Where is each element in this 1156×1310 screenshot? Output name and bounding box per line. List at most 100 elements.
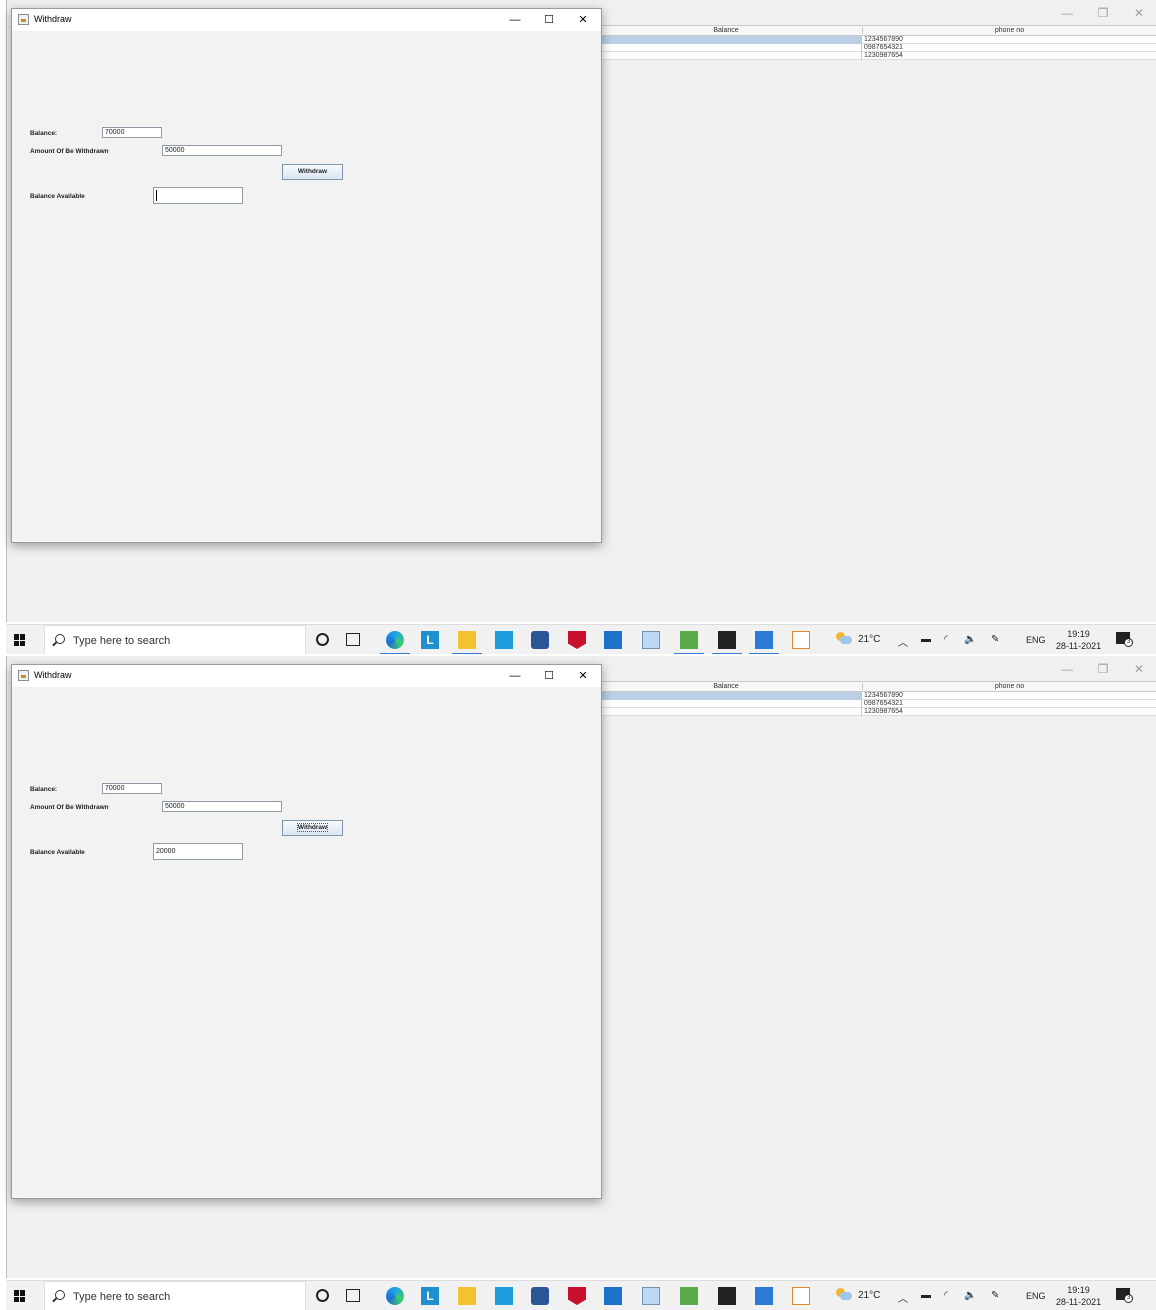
volume-icon[interactable]: 🔈 <box>964 634 976 645</box>
edge-icon[interactable] <box>386 1287 404 1305</box>
taskbar-search-box[interactable]: Type here to search <box>44 625 306 654</box>
phone-cell: 1234567890 <box>864 692 903 699</box>
column-header-balance[interactable]: Balance <box>590 27 862 34</box>
background-restore-button[interactable]: ❐ <box>1096 6 1110 20</box>
available-label: Balance Available <box>30 849 85 856</box>
search-placeholder: Type here to search <box>73 635 171 647</box>
title-bar[interactable]: Withdraw — ☐ ✕ <box>12 665 601 687</box>
paint-icon[interactable] <box>680 1287 698 1305</box>
weather-icon[interactable] <box>836 1288 852 1302</box>
accounts-table[interactable]: Balance phone no 0 1234567890 0 09876543… <box>590 25 1156 60</box>
windows-start-icon[interactable] <box>14 1290 26 1302</box>
maximize-button[interactable]: ☐ <box>539 12 559 28</box>
phone-cell: 1230987654 <box>864 708 903 715</box>
table-row[interactable]: 0 0987654321 <box>590 700 1156 708</box>
terminal-icon[interactable] <box>712 631 742 654</box>
table-row[interactable]: 0 1234567890 <box>590 692 1156 700</box>
search-icon <box>55 634 65 644</box>
withdraw-button[interactable]: Withdraw <box>282 164 343 180</box>
available-field[interactable] <box>153 187 243 204</box>
maximize-button[interactable]: ☐ <box>539 668 559 684</box>
minimize-button[interactable]: — <box>505 12 525 28</box>
title-bar[interactable]: Withdraw — ☐ ✕ <box>12 9 601 31</box>
task-view-icon[interactable] <box>346 633 360 646</box>
balance-cell: 00 <box>590 708 862 716</box>
text-caret <box>156 189 157 201</box>
clock[interactable]: 19:19 28-11-2021 <box>1051 1284 1106 1308</box>
notepad-icon[interactable] <box>642 1287 660 1305</box>
wifi-icon[interactable]: ◜ <box>944 634 948 645</box>
background-window-controls: — ❐ ✕ <box>1060 662 1146 676</box>
terminal-icon[interactable] <box>718 1287 736 1305</box>
store-icon[interactable] <box>531 1287 549 1305</box>
file-explorer-icon[interactable] <box>452 631 482 654</box>
mcafee-icon[interactable] <box>568 631 586 649</box>
language-indicator[interactable]: ENG <box>1026 635 1046 645</box>
close-button[interactable]: ✕ <box>573 12 593 28</box>
notepad-icon[interactable] <box>642 631 660 649</box>
withdraw-button-label: Withdraw <box>297 168 328 175</box>
background-minimize-button[interactable]: — <box>1060 6 1074 20</box>
notification-icon[interactable]: 3 <box>1116 1288 1133 1303</box>
phone-cell: 1230987654 <box>864 52 903 59</box>
table-row[interactable]: 0 1234567890 <box>590 36 1156 44</box>
temperature[interactable]: 21°C <box>858 634 880 645</box>
minimize-button[interactable]: — <box>505 668 525 684</box>
l-app-icon[interactable]: L <box>421 631 439 649</box>
temperature[interactable]: 21°C <box>858 1290 880 1301</box>
accounts-table[interactable]: Balance phone no 0 1234567890 0 09876543… <box>590 681 1156 716</box>
table-row[interactable]: 00 1230987654 <box>590 708 1156 716</box>
mail-icon[interactable] <box>604 1287 622 1305</box>
weather-icon[interactable] <box>836 632 852 646</box>
mcafee-icon[interactable] <box>568 1287 586 1305</box>
paint-icon[interactable] <box>674 631 704 654</box>
withdraw-button[interactable]: Withdraw <box>282 820 343 836</box>
pen-icon[interactable]: ✎ <box>991 1290 999 1301</box>
taskbar-search-box[interactable]: Type here to search <box>44 1281 306 1310</box>
chevron-up-icon[interactable]: ︿ <box>898 634 908 649</box>
java-icon[interactable] <box>792 631 810 649</box>
java-icon[interactable] <box>792 1287 810 1305</box>
balance-field[interactable]: 70000 <box>102 783 162 794</box>
store-icon[interactable] <box>531 631 549 649</box>
background-close-button[interactable]: ✕ <box>1132 6 1146 20</box>
battery-icon[interactable]: ▬ <box>921 1290 931 1301</box>
table-row[interactable]: 00 1230987654 <box>590 52 1156 60</box>
available-field[interactable]: 20000 <box>153 843 243 860</box>
blue-app-icon[interactable] <box>495 1287 513 1305</box>
cortana-icon[interactable] <box>316 633 329 646</box>
window-title: Withdraw <box>34 14 72 24</box>
amount-field[interactable]: 50000 <box>162 801 282 812</box>
volume-icon[interactable]: 🔈 <box>964 1290 976 1301</box>
photos-icon[interactable] <box>749 631 779 654</box>
column-header-phone[interactable]: phone no <box>862 27 1156 34</box>
language-indicator[interactable]: ENG <box>1026 1291 1046 1301</box>
column-header-phone[interactable]: phone no <box>862 683 1156 690</box>
balance-field[interactable]: 70000 <box>102 127 162 138</box>
background-minimize-button[interactable]: — <box>1060 662 1074 676</box>
table-row[interactable]: 0 0987654321 <box>590 44 1156 52</box>
balance-cell: 0 <box>590 700 862 708</box>
wifi-icon[interactable]: ◜ <box>944 1290 948 1301</box>
edge-icon[interactable] <box>380 631 410 654</box>
photos-icon[interactable] <box>755 1287 773 1305</box>
file-explorer-icon[interactable] <box>458 1287 476 1305</box>
blue-app-icon[interactable] <box>495 631 513 649</box>
battery-icon[interactable]: ▬ <box>921 634 931 645</box>
close-button[interactable]: ✕ <box>573 668 593 684</box>
cortana-icon[interactable] <box>316 1289 329 1302</box>
notification-icon[interactable]: 3 <box>1116 632 1133 647</box>
column-header-balance[interactable]: Balance <box>590 683 862 690</box>
task-view-icon[interactable] <box>346 1289 360 1302</box>
amount-field[interactable]: 50000 <box>162 145 282 156</box>
background-close-button[interactable]: ✕ <box>1132 662 1146 676</box>
table-header: Balance phone no <box>590 25 1156 36</box>
l-app-icon[interactable]: L <box>421 1287 439 1305</box>
pen-icon[interactable]: ✎ <box>991 634 999 645</box>
clock[interactable]: 19:19 28-11-2021 <box>1051 628 1106 652</box>
mail-icon[interactable] <box>604 631 622 649</box>
windows-start-icon[interactable] <box>14 634 26 646</box>
chevron-up-icon[interactable]: ︿ <box>898 1290 908 1305</box>
java-app-icon <box>18 14 29 25</box>
background-restore-button[interactable]: ❐ <box>1096 662 1110 676</box>
